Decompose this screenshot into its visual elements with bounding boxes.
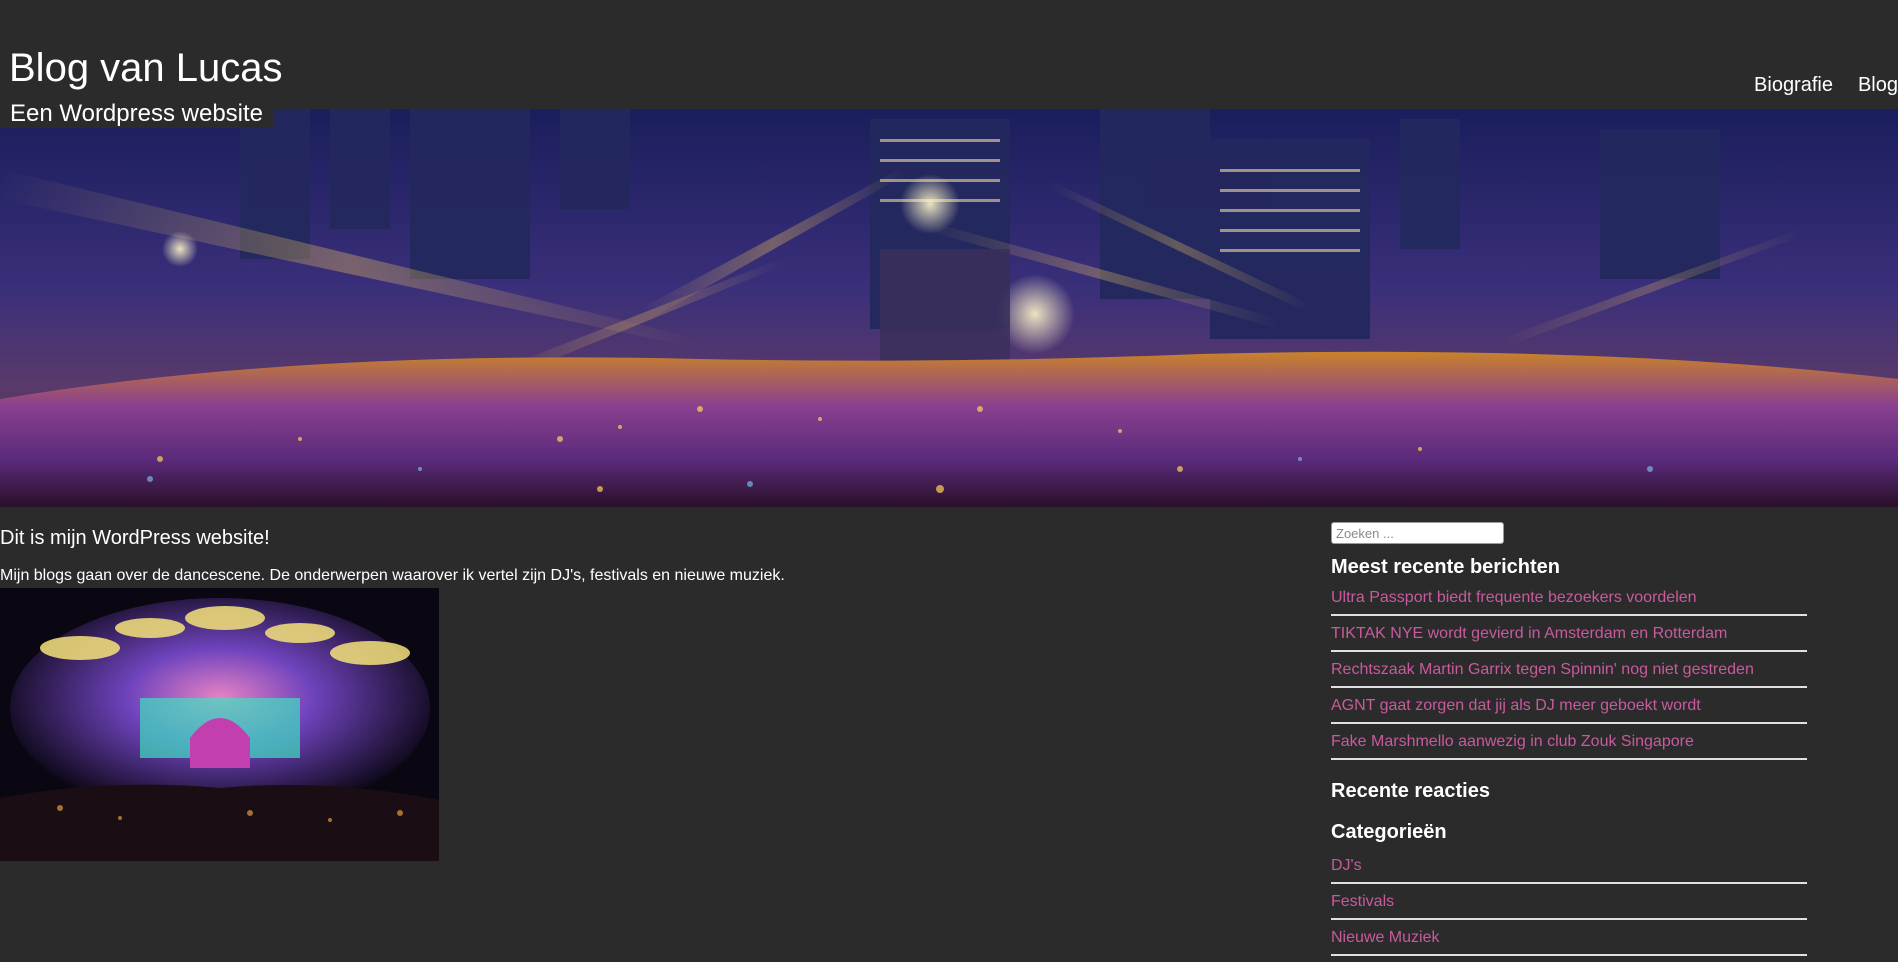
- category-link-festivals[interactable]: Festivals: [1331, 893, 1394, 910]
- list-item: TIKTAK NYE wordt gevierd in Amsterdam en…: [1331, 616, 1807, 652]
- post-text: Mijn blogs gaan over de dancescene. De o…: [0, 567, 785, 584]
- categories-title: Categorieën: [1331, 821, 1447, 843]
- nav-item-blog[interactable]: Blog: [1858, 72, 1898, 98]
- site-tagline: Een Wordpress website: [0, 99, 275, 128]
- recent-post-link[interactable]: TIKTAK NYE wordt gevierd in Amsterdam en…: [1331, 625, 1727, 642]
- list-item: Nieuwe Muziek: [1331, 920, 1807, 956]
- header-banner-image: [0, 109, 1898, 507]
- recent-post-link[interactable]: Rechtszaak Martin Garrix tegen Spinnin' …: [1331, 661, 1754, 678]
- list-item: AGNT gaat zorgen dat jij als DJ meer geb…: [1331, 688, 1807, 724]
- sidebar: Meest recente berichten Ultra Passport b…: [1331, 522, 1807, 956]
- list-item: DJ's: [1331, 848, 1807, 884]
- list-item: Fake Marshmello aanwezig in club Zouk Si…: [1331, 724, 1807, 760]
- recent-posts-title: Meest recente berichten: [1331, 556, 1560, 578]
- main-content: Dit is mijn WordPress website! Mijn blog…: [0, 525, 1300, 861]
- nav-item-biografie[interactable]: Biografie: [1754, 72, 1833, 98]
- search-input[interactable]: [1331, 522, 1504, 544]
- page: Blog van Lucas Biografie Blog Een Wordpr…: [0, 0, 1898, 962]
- list-item: Rechtszaak Martin Garrix tegen Spinnin' …: [1331, 652, 1807, 688]
- post-title: Dit is mijn WordPress website!: [0, 527, 270, 549]
- category-link-nieuwe-muziek[interactable]: Nieuwe Muziek: [1331, 929, 1439, 946]
- category-link-djs[interactable]: DJ's: [1331, 857, 1362, 874]
- recent-posts-list: Ultra Passport biedt frequente bezoekers…: [1331, 580, 1807, 760]
- list-item: Festivals: [1331, 884, 1807, 920]
- recent-comments-title: Recente reacties: [1331, 780, 1490, 802]
- recent-post-link[interactable]: AGNT gaat zorgen dat jij als DJ meer geb…: [1331, 697, 1701, 714]
- categories-list: DJ's Festivals Nieuwe Muziek: [1331, 848, 1807, 956]
- site-title[interactable]: Blog van Lucas: [9, 45, 283, 91]
- main-nav: Biografie Blog: [1754, 72, 1898, 98]
- site-header: Blog van Lucas Biografie Blog: [0, 0, 1898, 109]
- post-image: [0, 588, 439, 861]
- list-item: Ultra Passport biedt frequente bezoekers…: [1331, 580, 1807, 616]
- recent-post-link[interactable]: Fake Marshmello aanwezig in club Zouk Si…: [1331, 733, 1694, 750]
- recent-post-link[interactable]: Ultra Passport biedt frequente bezoekers…: [1331, 589, 1697, 606]
